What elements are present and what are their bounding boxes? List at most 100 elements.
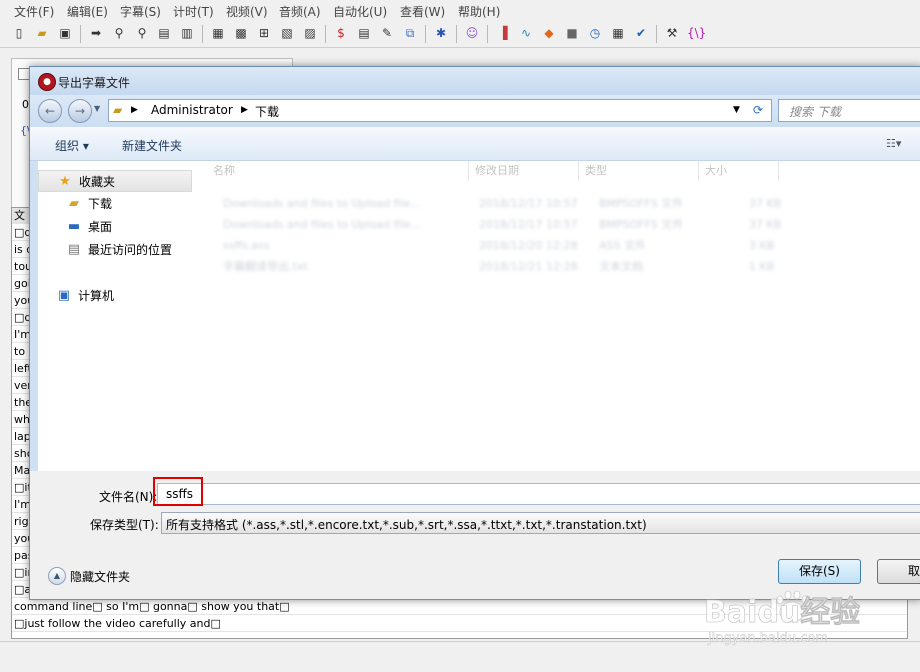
column-modified[interactable]: 修改日期 (469, 161, 579, 181)
breadcrumb-downloads[interactable]: 下载 (255, 103, 279, 120)
cancel-button[interactable]: 取 (877, 559, 920, 584)
nav-computer[interactable]: ▣ 计算机 (38, 285, 197, 307)
file-row-cell[interactable]: 37 KB (749, 195, 781, 213)
view-options-icon[interactable]: ☷▾ (886, 137, 901, 150)
grid-row[interactable]: is d (12, 242, 30, 258)
nav-desktop[interactable]: ▬ 桌面 (38, 216, 197, 238)
file-row-cell[interactable]: BMPSOFFS 文件 (599, 216, 683, 234)
file-row-cell[interactable]: 1 KB (749, 258, 774, 276)
grid-row[interactable]: wh (12, 412, 30, 428)
filename-input[interactable]: ssffs (157, 483, 920, 505)
new-folder-button[interactable]: 新建文件夹 (122, 137, 182, 154)
clipboard-icon[interactable]: ▤ (156, 25, 172, 41)
grid-row[interactable]: □d (12, 225, 30, 241)
attachments-icon[interactable]: ▦ (210, 25, 226, 41)
filetype-select[interactable]: 所有支持格式 (*.ass,*.stl,*.encore.txt,*.sub,*… (161, 512, 920, 534)
checkmark-icon[interactable]: ✔ (633, 25, 649, 41)
grid-row[interactable]: sho (12, 446, 30, 462)
menu-subtitle[interactable]: 字幕(S) (120, 3, 161, 20)
grid-row[interactable]: □a (12, 582, 30, 598)
grid-row[interactable]: pas (12, 548, 30, 564)
grid-row[interactable]: I'm (12, 327, 30, 343)
spell-check-icon[interactable]: $ (333, 25, 349, 41)
layer-field[interactable]: 0 (22, 98, 29, 111)
grid-row[interactable]: tou (12, 259, 30, 275)
menu-audio[interactable]: 音频(A) (279, 3, 321, 20)
shift-times-icon[interactable]: ▐ (495, 25, 511, 41)
film-icon[interactable]: ▧ (279, 25, 295, 41)
video-details-icon[interactable]: ▨ (302, 25, 318, 41)
recent-pages-chevron-icon[interactable]: ▼ (94, 104, 100, 113)
column-name[interactable]: 名称 (207, 161, 469, 181)
column-size[interactable]: 大小 (699, 161, 779, 181)
automation-icon[interactable]: ✱ (433, 25, 449, 41)
save-disk-icon[interactable]: ▣ (57, 25, 73, 41)
translate-icon[interactable]: ⧉ (402, 25, 418, 41)
new-file-icon[interactable]: ▯ (11, 25, 27, 41)
tools-hammer-icon[interactable]: ⚒ (664, 25, 680, 41)
menu-file[interactable]: 文件(F) (14, 3, 54, 20)
file-row-cell[interactable]: ASS 文件 (599, 237, 646, 255)
file-row-cell[interactable]: 文本文档 (599, 258, 643, 276)
find-next-icon[interactable]: ⚲ (134, 25, 150, 41)
column-type[interactable]: 类型 (579, 161, 699, 181)
search-icon[interactable]: ⚲ (111, 25, 127, 41)
grid-row[interactable]: you (12, 293, 30, 309)
notepad-icon[interactable]: ▤ (356, 25, 372, 41)
grid-row[interactable]: left (12, 361, 30, 377)
file-row-cell[interactable]: 2018/12/21 12:28 (479, 258, 578, 276)
address-dropdown-icon[interactable]: ▼ (733, 105, 740, 115)
nav-favorites[interactable]: ★ 收藏夹 (38, 170, 192, 192)
stop-icon[interactable]: ■ (564, 25, 580, 41)
menu-timing[interactable]: 计时(T) (173, 3, 214, 20)
file-row-cell[interactable]: Downloads and files to Upload file... (223, 216, 421, 234)
organize-button[interactable]: 组织 ▾ (55, 137, 89, 154)
pencil-icon[interactable]: ✎ (379, 25, 395, 41)
file-row-cell[interactable]: 37 KB (749, 216, 781, 234)
address-bar[interactable]: ▰ ▶ Administrator ▶ 下载 ▼ ⟳ (108, 99, 772, 122)
grid-row[interactable]: I'm (12, 497, 30, 513)
nav-recent[interactable]: ▤ 最近访问的位置 (38, 239, 197, 261)
forward-arrow-icon[interactable]: → (68, 99, 92, 123)
file-row-cell[interactable]: 3 KB (749, 237, 774, 255)
fish-icon[interactable]: ◆ (541, 25, 557, 41)
save-button[interactable]: 保存(S) (778, 559, 861, 584)
file-row-cell[interactable]: 2018/12/20 12:28 (479, 237, 578, 255)
grid-row[interactable]: to s (12, 344, 30, 360)
clock-icon[interactable]: ◷ (587, 25, 603, 41)
style-manager-icon[interactable]: ▥ (179, 25, 195, 41)
aegisub-face-icon[interactable]: ☺ (464, 25, 480, 41)
grid-row[interactable]: □d (12, 310, 30, 326)
file-row-cell[interactable]: 2018/12/17 10:57 (479, 216, 578, 234)
grid-row[interactable]: ver (12, 378, 30, 394)
back-arrow-icon[interactable]: ← (38, 99, 62, 123)
file-row-cell[interactable]: 2018/12/17 10:57 (479, 195, 578, 213)
menu-automation[interactable]: 自动化(U) (333, 3, 387, 20)
grid-row[interactable]: you (12, 531, 30, 547)
override-tags-icon[interactable]: {\} (687, 25, 706, 41)
nav-downloads[interactable]: ▰ 下载 (38, 193, 197, 215)
file-row-cell[interactable]: BMPSOFFS 文件 (599, 195, 683, 213)
menu-video[interactable]: 视频(V) (226, 3, 268, 20)
grid-row[interactable]: □in (12, 565, 30, 581)
timing-wave-icon[interactable]: ∿ (518, 25, 534, 41)
open-folder-icon[interactable]: ▰ (34, 25, 50, 41)
file-row-cell[interactable]: Downloads and files to Upload file... (223, 195, 421, 213)
fonts-collector-icon[interactable]: ▩ (233, 25, 249, 41)
search-input[interactable]: 搜索 下载 (778, 99, 920, 122)
refresh-icon[interactable]: ⟳ (753, 103, 763, 117)
file-row-cell[interactable]: 字幕翻译导出.txt (223, 258, 308, 276)
menu-help[interactable]: 帮助(H) (458, 3, 500, 20)
breadcrumb-administrator[interactable]: Administrator (151, 103, 233, 117)
menu-edit[interactable]: 编辑(E) (67, 3, 108, 20)
resample-icon[interactable]: ⊞ (256, 25, 272, 41)
file-row-cell[interactable]: ssffs.ass (223, 237, 269, 255)
arrow-right-icon[interactable]: ➡ (88, 25, 104, 41)
grid-row[interactable]: Ma (12, 463, 30, 479)
grid-row[interactable]: the (12, 395, 30, 411)
grid-row[interactable]: lap (12, 429, 30, 445)
grid-row[interactable]: goi (12, 276, 30, 292)
kanji-timer-icon[interactable]: ▦ (610, 25, 626, 41)
grid-row[interactable]: □it (12, 480, 30, 496)
menu-view[interactable]: 查看(W) (400, 3, 445, 20)
